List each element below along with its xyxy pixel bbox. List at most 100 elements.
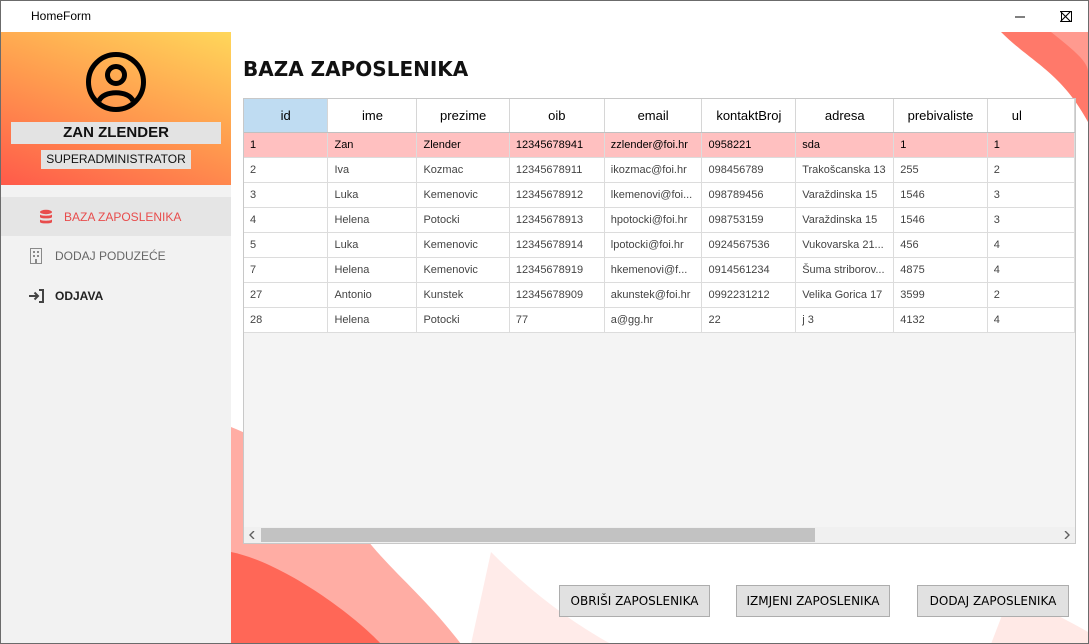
table-cell-oib[interactable]: 12345678919 bbox=[509, 257, 605, 283]
table-cell-prezime[interactable]: Kozmac bbox=[416, 157, 510, 183]
table-cell-ime[interactable]: Antonio bbox=[327, 282, 418, 308]
table-cell-adresa[interactable]: Varaždinska 15 bbox=[795, 207, 895, 233]
table-cell-oib[interactable]: 12345678914 bbox=[509, 232, 605, 258]
table-cell-oib[interactable]: 12345678909 bbox=[509, 282, 605, 308]
table-cell-prezime[interactable]: Potocki bbox=[416, 307, 510, 333]
table-cell-kontaktbroj[interactable]: 098456789 bbox=[701, 157, 797, 183]
table-row[interactable]: 28 Helena Potocki 77 a@gg.hr 22 j 3 4132 4 bbox=[244, 307, 1075, 333]
table-cell-ul[interactable]: 4 bbox=[987, 257, 1075, 283]
table-row[interactable]: 4 Helena Potocki 12345678913 hpotocki@foi.hr… bbox=[244, 207, 1075, 233]
table-cell-id[interactable]: 28 bbox=[244, 307, 329, 333]
table-cell-kontaktbroj[interactable]: 0914561234 bbox=[701, 257, 797, 283]
table-cell-id[interactable]: 4 bbox=[244, 207, 329, 233]
table-cell-prezime[interactable]: Kunstek bbox=[416, 282, 510, 308]
delete-employee-button[interactable]: OBRIŠI ZAPOSLENIKA bbox=[559, 585, 710, 617]
table-cell-prebivaliste[interactable]: 456 bbox=[893, 232, 988, 258]
table-cell-ime[interactable]: Luka bbox=[327, 182, 418, 208]
table-cell-prebivaliste[interactable]: 1 bbox=[893, 132, 988, 158]
table-cell-oib[interactable]: 12345678913 bbox=[509, 207, 605, 233]
table-cell-oib[interactable]: 12345678941 bbox=[509, 132, 605, 158]
table-cell-prebivaliste[interactable]: 1546 bbox=[893, 207, 988, 233]
table-cell-prebivaliste[interactable]: 4875 bbox=[893, 257, 988, 283]
nav-item-baza-zaposlenika[interactable]: BAZA ZAPOSLENIKA bbox=[1, 197, 231, 236]
table-cell-email[interactable]: hkemenovi@f... bbox=[604, 257, 703, 283]
table-cell-id[interactable]: 7 bbox=[244, 257, 329, 283]
table-cell-adresa[interactable]: Šuma striborov... bbox=[795, 257, 895, 283]
table-cell-ul[interactable]: 2 bbox=[987, 157, 1075, 183]
table-cell-ime[interactable]: Iva bbox=[327, 157, 418, 183]
column-header-kontaktbroj[interactable]: kontaktBroj bbox=[701, 99, 797, 133]
column-header-prezime[interactable]: prezime bbox=[416, 99, 510, 133]
table-row[interactable]: 3 Luka Kemenovic 12345678912 lkemenovi@foi..… bbox=[244, 182, 1075, 208]
table-cell-email[interactable]: hpotocki@foi.hr bbox=[604, 207, 703, 233]
column-header-email[interactable]: email bbox=[604, 99, 703, 133]
table-cell-email[interactable]: akunstek@foi.hr bbox=[604, 282, 703, 308]
table-cell-prebivaliste[interactable]: 3599 bbox=[893, 282, 988, 308]
table-cell-adresa[interactable]: Velika Gorica 17 bbox=[795, 282, 895, 308]
edit-employee-button[interactable]: IZMJENI ZAPOSLENIKA bbox=[736, 585, 890, 617]
table-cell-id[interactable]: 2 bbox=[244, 157, 329, 183]
nav-item-dodaj-poduzece[interactable]: DODAJ PODUZEĆE bbox=[1, 236, 231, 275]
table-row[interactable]: 27 Antonio Kunstek 12345678909 akunstek@foi.… bbox=[244, 282, 1075, 308]
table-cell-kontaktbroj[interactable]: 098753159 bbox=[701, 207, 797, 233]
table-cell-ul[interactable]: 4 bbox=[987, 307, 1075, 333]
column-header-adresa[interactable]: adresa bbox=[795, 99, 895, 133]
column-header-ul[interactable]: ul bbox=[987, 99, 1075, 133]
nav-item-odjava[interactable]: ODJAVA bbox=[1, 276, 231, 315]
table-cell-kontaktbroj[interactable]: 0992231212 bbox=[701, 282, 797, 308]
column-header-prebivaliste[interactable]: prebivaliste bbox=[893, 99, 988, 133]
table-cell-adresa[interactable]: Vukovarska 21... bbox=[795, 232, 895, 258]
table-row[interactable]: 2 Iva Kozmac 12345678911 ikozmac@foi.hr 09845… bbox=[244, 157, 1075, 183]
table-cell-kontaktbroj[interactable]: 0958221 bbox=[701, 132, 797, 158]
table-cell-adresa[interactable]: Trakošcanska 13 bbox=[795, 157, 895, 183]
table-cell-id[interactable]: 27 bbox=[244, 282, 329, 308]
column-header-id[interactable]: id bbox=[244, 99, 329, 133]
table-cell-email[interactable]: lkemenovi@foi... bbox=[604, 182, 703, 208]
table-cell-ul[interactable]: 4 bbox=[987, 232, 1075, 258]
table-cell-email[interactable]: ikozmac@foi.hr bbox=[604, 157, 703, 183]
table-cell-ime[interactable]: Luka bbox=[327, 232, 418, 258]
table-cell-ime[interactable]: Helena bbox=[327, 257, 418, 283]
table-cell-adresa[interactable]: j 3 bbox=[795, 307, 895, 333]
scroll-right-icon[interactable] bbox=[1059, 527, 1075, 543]
table-cell-prezime[interactable]: Potocki bbox=[416, 207, 510, 233]
scrollbar-thumb[interactable] bbox=[261, 528, 815, 542]
add-employee-button[interactable]: DODAJ ZAPOSLENIKA bbox=[917, 585, 1069, 617]
table-cell-ime[interactable]: Helena bbox=[327, 307, 418, 333]
table-cell-ul[interactable]: 3 bbox=[987, 182, 1075, 208]
table-cell-kontaktbroj[interactable]: 22 bbox=[701, 307, 797, 333]
table-cell-prezime[interactable]: Kemenovic bbox=[416, 182, 510, 208]
table-cell-id[interactable]: 3 bbox=[244, 182, 329, 208]
employees-data-grid[interactable]: id ime prezime oib email kontaktBroj adr… bbox=[243, 98, 1076, 544]
table-cell-prezime[interactable]: Kemenovic bbox=[416, 232, 510, 258]
table-row[interactable]: 5 Luka Kemenovic 12345678914 lpotocki@foi.hr… bbox=[244, 232, 1075, 258]
table-cell-adresa[interactable]: sda bbox=[795, 132, 895, 158]
table-cell-kontaktbroj[interactable]: 098789456 bbox=[701, 182, 797, 208]
table-cell-ime[interactable]: Helena bbox=[327, 207, 418, 233]
table-cell-email[interactable]: lpotocki@foi.hr bbox=[604, 232, 703, 258]
table-cell-prebivaliste[interactable]: 255 bbox=[893, 157, 988, 183]
horizontal-scrollbar[interactable] bbox=[244, 527, 1075, 543]
close-button[interactable] bbox=[1042, 1, 1088, 32]
table-cell-adresa[interactable]: Varaždinska 15 bbox=[795, 182, 895, 208]
table-cell-oib[interactable]: 77 bbox=[509, 307, 605, 333]
table-cell-ime[interactable]: Zan bbox=[327, 132, 418, 158]
table-cell-prebivaliste[interactable]: 4132 bbox=[893, 307, 988, 333]
table-cell-email[interactable]: a@gg.hr bbox=[604, 307, 703, 333]
table-cell-id[interactable]: 5 bbox=[244, 232, 329, 258]
table-cell-ul[interactable]: 2 bbox=[987, 282, 1075, 308]
table-row[interactable]: 1 Zan Zlender 12345678941 zzlender@foi.hr 095… bbox=[244, 132, 1075, 158]
column-header-ime[interactable]: ime bbox=[327, 99, 418, 133]
table-cell-ul[interactable]: 3 bbox=[987, 207, 1075, 233]
table-cell-prezime[interactable]: Kemenovic bbox=[416, 257, 510, 283]
table-row[interactable]: 7 Helena Kemenovic 12345678919 hkemenovi@f..… bbox=[244, 257, 1075, 283]
column-header-oib[interactable]: oib bbox=[509, 99, 605, 133]
table-cell-oib[interactable]: 12345678911 bbox=[509, 157, 605, 183]
table-cell-kontaktbroj[interactable]: 0924567536 bbox=[701, 232, 797, 258]
scroll-left-icon[interactable] bbox=[244, 527, 260, 543]
table-cell-prezime[interactable]: Zlender bbox=[416, 132, 510, 158]
table-cell-id[interactable]: 1 bbox=[244, 132, 329, 158]
table-cell-oib[interactable]: 12345678912 bbox=[509, 182, 605, 208]
title-bar[interactable]: HomeForm bbox=[1, 1, 1088, 32]
table-cell-email[interactable]: zzlender@foi.hr bbox=[604, 132, 703, 158]
